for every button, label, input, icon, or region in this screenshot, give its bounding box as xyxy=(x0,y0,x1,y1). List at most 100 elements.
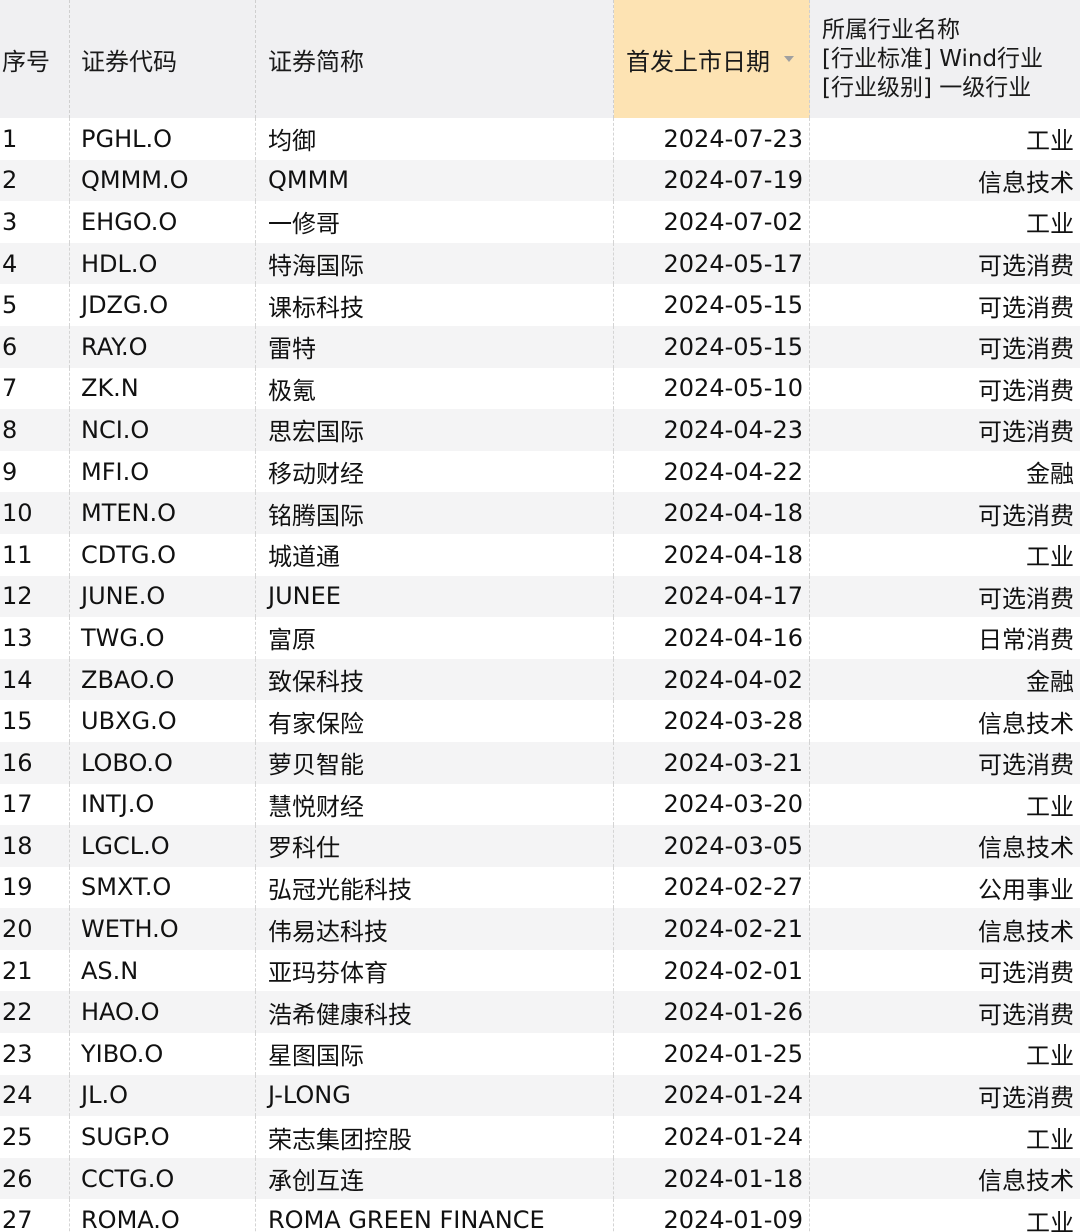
cell-code[interactable]: JDZG.O xyxy=(70,284,256,326)
cell-code[interactable]: SUGP.O xyxy=(70,1116,256,1158)
cell-industry[interactable]: 金融 xyxy=(810,451,1080,493)
cell-ipo-date[interactable]: 2024-01-09 xyxy=(614,1199,810,1232)
cell-index[interactable]: 27 xyxy=(0,1199,70,1232)
cell-index[interactable]: 8 xyxy=(0,409,70,451)
table-row[interactable]: 25 SUGP.O 荣志集团控股 2024-01-24 工业 xyxy=(0,1116,1080,1158)
cell-index[interactable]: 25 xyxy=(0,1116,70,1158)
cell-name[interactable]: 罗科仕 xyxy=(256,825,614,867)
cell-index[interactable]: 10 xyxy=(0,492,70,534)
cell-industry[interactable]: 可选消费 xyxy=(810,368,1080,410)
cell-industry[interactable]: 工业 xyxy=(810,1033,1080,1075)
cell-index[interactable]: 3 xyxy=(0,201,70,243)
cell-name[interactable]: ROMA GREEN FINANCE xyxy=(256,1199,614,1232)
cell-code[interactable]: CDTG.O xyxy=(70,533,256,576)
table-row[interactable]: 5 JDZG.O 课标科技 2024-05-15 可选消费 xyxy=(0,284,1080,326)
cell-industry[interactable]: 可选消费 xyxy=(810,409,1080,451)
table-row[interactable]: 23 YIBO.O 星图国际 2024-01-25 工业 xyxy=(0,1033,1080,1075)
cell-index[interactable]: 20 xyxy=(0,908,70,950)
cell-ipo-date[interactable]: 2024-05-17 xyxy=(614,242,810,285)
cell-ipo-date[interactable]: 2024-04-18 xyxy=(614,492,810,534)
cell-ipo-date[interactable]: 2024-07-19 xyxy=(614,159,810,202)
cell-ipo-date[interactable]: 2024-03-20 xyxy=(614,783,810,826)
cell-name[interactable]: 浩希健康科技 xyxy=(256,991,614,1034)
cell-name[interactable]: 致保科技 xyxy=(256,658,614,701)
cell-name[interactable]: 雷特 xyxy=(256,325,614,368)
cell-index[interactable]: 22 xyxy=(0,991,70,1034)
cell-ipo-date[interactable]: 2024-04-17 xyxy=(614,575,810,618)
cell-industry[interactable]: 工业 xyxy=(810,784,1080,826)
cell-ipo-date[interactable]: 2024-02-21 xyxy=(614,908,810,950)
cell-code[interactable]: ZBAO.O xyxy=(70,658,256,701)
table-row[interactable]: 1 PGHL.O 均御 2024-07-23 工业 xyxy=(0,118,1080,160)
cell-industry[interactable]: 工业 xyxy=(810,118,1080,160)
cell-code[interactable]: ROMA.O xyxy=(70,1199,256,1232)
cell-index[interactable]: 11 xyxy=(0,533,70,576)
cell-code[interactable]: MTEN.O xyxy=(70,492,256,534)
cell-name[interactable]: 铭腾国际 xyxy=(256,492,614,534)
table-row[interactable]: 27 ROMA.O ROMA GREEN FINANCE 2024-01-09 工业 xyxy=(0,1199,1080,1232)
table-row[interactable]: 24 JL.O J-LONG 2024-01-24 可选消费 xyxy=(0,1074,1080,1117)
cell-name[interactable]: 萝贝智能 xyxy=(256,741,614,784)
cell-name[interactable]: 思宏国际 xyxy=(256,409,614,451)
column-header-name[interactable]: 证券简称 xyxy=(256,0,614,118)
cell-industry[interactable]: 可选消费 xyxy=(810,326,1080,368)
cell-index[interactable]: 7 xyxy=(0,367,70,410)
cell-index[interactable]: 17 xyxy=(0,783,70,826)
cell-industry[interactable]: 信息技术 xyxy=(810,700,1080,742)
cell-code[interactable]: JUNE.O xyxy=(70,575,256,618)
cell-ipo-date[interactable]: 2024-02-01 xyxy=(614,949,810,992)
cell-ipo-date[interactable]: 2024-03-21 xyxy=(614,741,810,784)
cell-ipo-date[interactable]: 2024-04-16 xyxy=(614,617,810,659)
cell-industry[interactable]: 工业 xyxy=(810,201,1080,243)
cell-index[interactable]: 21 xyxy=(0,949,70,992)
cell-code[interactable]: NCI.O xyxy=(70,409,256,451)
cell-index[interactable]: 18 xyxy=(0,825,70,867)
cell-industry[interactable]: 可选消费 xyxy=(810,1075,1080,1117)
cell-industry[interactable]: 可选消费 xyxy=(810,576,1080,618)
cell-ipo-date[interactable]: 2024-05-15 xyxy=(614,284,810,326)
cell-index[interactable]: 24 xyxy=(0,1074,70,1117)
cell-industry[interactable]: 工业 xyxy=(810,1199,1080,1232)
cell-industry[interactable]: 信息技术 xyxy=(810,1158,1080,1200)
cell-name[interactable]: 城道通 xyxy=(256,533,614,576)
table-row[interactable]: 6 RAY.O 雷特 2024-05-15 可选消费 xyxy=(0,325,1080,368)
cell-code[interactable]: INTJ.O xyxy=(70,783,256,826)
cell-code[interactable]: EHGO.O xyxy=(70,201,256,243)
column-header-index[interactable]: 序号 xyxy=(0,0,70,118)
cell-code[interactable]: ZK.N xyxy=(70,367,256,410)
cell-ipo-date[interactable]: 2024-01-25 xyxy=(614,1033,810,1075)
cell-ipo-date[interactable]: 2024-04-02 xyxy=(614,658,810,701)
cell-ipo-date[interactable]: 2024-01-24 xyxy=(614,1074,810,1117)
table-row[interactable]: 20 WETH.O 伟易达科技 2024-02-21 信息技术 xyxy=(0,908,1080,950)
cell-code[interactable]: LOBO.O xyxy=(70,741,256,784)
cell-industry[interactable]: 可选消费 xyxy=(810,243,1080,285)
cell-name[interactable]: 富原 xyxy=(256,617,614,659)
cell-ipo-date[interactable]: 2024-05-15 xyxy=(614,325,810,368)
cell-name[interactable]: QMMM xyxy=(256,159,614,202)
cell-name[interactable]: 弘冠光能科技 xyxy=(256,866,614,909)
cell-industry[interactable]: 信息技术 xyxy=(810,908,1080,950)
table-row[interactable]: 10 MTEN.O 铭腾国际 2024-04-18 可选消费 xyxy=(0,492,1080,534)
cell-name[interactable]: JUNEE xyxy=(256,575,614,618)
cell-code[interactable]: WETH.O xyxy=(70,908,256,950)
cell-name[interactable]: J-LONG xyxy=(256,1074,614,1117)
cell-code[interactable]: TWG.O xyxy=(70,617,256,659)
sort-down-triangle-icon[interactable] xyxy=(784,56,794,62)
cell-index[interactable]: 9 xyxy=(0,450,70,493)
table-row[interactable]: 17 INTJ.O 慧悦财经 2024-03-20 工业 xyxy=(0,783,1080,826)
cell-industry[interactable]: 工业 xyxy=(810,534,1080,576)
cell-code[interactable]: SMXT.O xyxy=(70,866,256,909)
table-row[interactable]: 22 HAO.O 浩希健康科技 2024-01-26 可选消费 xyxy=(0,991,1080,1034)
cell-name[interactable]: 亚玛芬体育 xyxy=(256,949,614,992)
cell-name[interactable]: 均御 xyxy=(256,118,614,160)
cell-code[interactable]: QMMM.O xyxy=(70,159,256,202)
table-row[interactable]: 21 AS.N 亚玛芬体育 2024-02-01 可选消费 xyxy=(0,949,1080,992)
cell-index[interactable]: 19 xyxy=(0,866,70,909)
cell-name[interactable]: 承创互连 xyxy=(256,1157,614,1200)
table-row[interactable]: 13 TWG.O 富原 2024-04-16 日常消费 xyxy=(0,617,1080,659)
cell-ipo-date[interactable]: 2024-01-24 xyxy=(614,1116,810,1158)
table-row[interactable]: 7 ZK.N 极氪 2024-05-10 可选消费 xyxy=(0,367,1080,410)
cell-name[interactable]: 荣志集团控股 xyxy=(256,1116,614,1158)
cell-ipo-date[interactable]: 2024-04-23 xyxy=(614,409,810,451)
cell-index[interactable]: 5 xyxy=(0,284,70,326)
